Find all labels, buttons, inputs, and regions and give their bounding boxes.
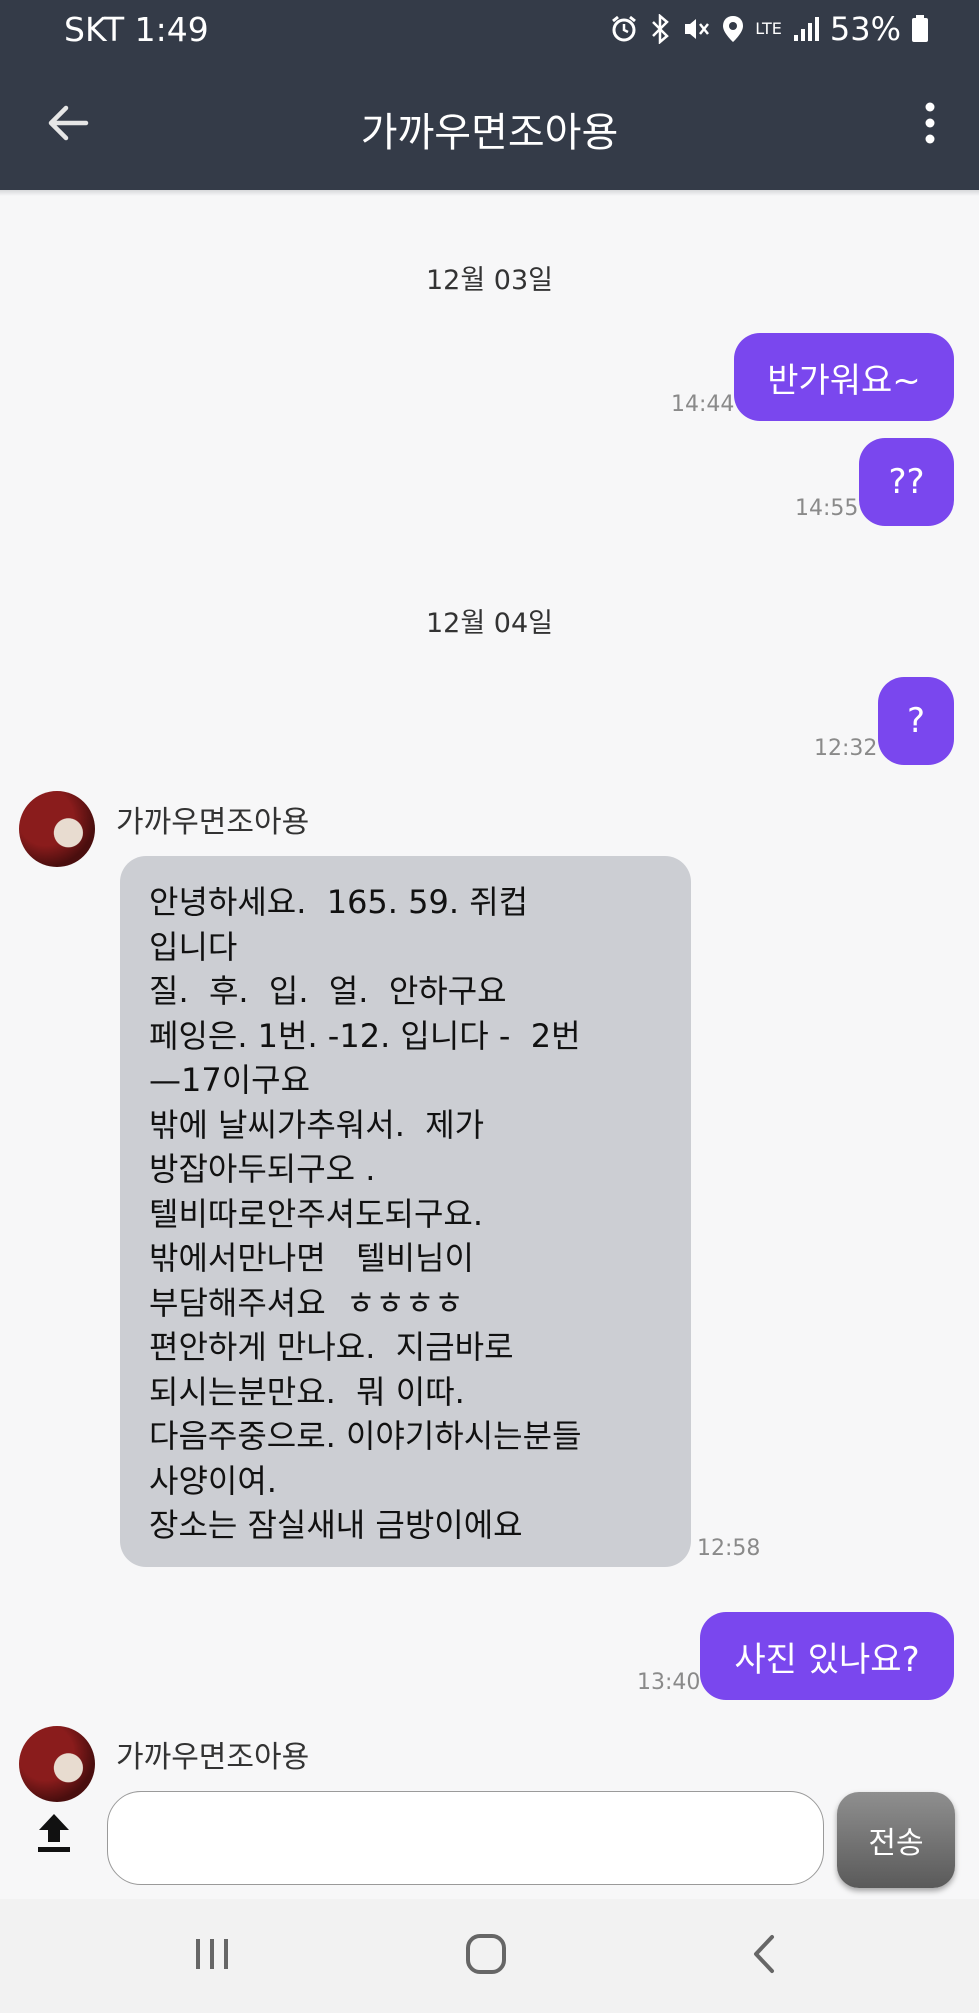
home-icon bbox=[462, 1934, 512, 1983]
outgoing-message[interactable]: 반가워요~ bbox=[734, 333, 954, 421]
message-line: 질. 후. 입. 얼. 안하구요 bbox=[149, 972, 507, 1010]
status-bar: SKT 1:49 LTE 53% bbox=[0, 0, 979, 60]
message-line: 텔비따로안주셔도되구요. bbox=[149, 1194, 484, 1233]
more-vertical-icon bbox=[924, 101, 936, 149]
back-icon bbox=[744, 1935, 784, 1983]
message-line: 입니다 bbox=[149, 927, 238, 966]
status-icons: LTE 53% bbox=[609, 10, 929, 48]
message-line: 편안하게 만나요. 지금바로 bbox=[149, 1328, 514, 1366]
avatar[interactable] bbox=[19, 791, 95, 867]
system-nav-bar bbox=[0, 1899, 979, 2013]
bluetooth-icon bbox=[649, 14, 671, 44]
message-line: 밖에서만나면 텔비님이 bbox=[149, 1239, 474, 1277]
battery-icon bbox=[911, 14, 929, 44]
message-line: —17이구요 bbox=[149, 1061, 311, 1099]
more-options-button[interactable] bbox=[905, 95, 955, 155]
message-time: 12:32 bbox=[814, 736, 878, 761]
message-line: 장소는 잠실새내 금방이에요 bbox=[149, 1506, 523, 1544]
send-button[interactable]: 전송 bbox=[837, 1792, 955, 1888]
message-line: 부담해주셔요 ㅎㅎㅎㅎ bbox=[149, 1283, 464, 1322]
date-separator: 12월 04일 bbox=[426, 608, 553, 639]
app-bar-shadow bbox=[0, 190, 979, 196]
recent-apps-button[interactable] bbox=[190, 1929, 234, 1983]
incoming-message[interactable]: 안녕하세요. 165. 59. 쥐컵 입니다 질. 후. 입. 얼. 안하구요 … bbox=[120, 856, 691, 1567]
nav-back-button[interactable] bbox=[744, 1929, 784, 1983]
alarm-icon bbox=[609, 14, 639, 44]
message-line: 페잉은. 1번. -12. 입니다 - 2번 bbox=[149, 1016, 581, 1055]
network-label: LTE bbox=[755, 19, 782, 38]
message-line: 다음주중으로. 이야기하시는분들 bbox=[149, 1417, 582, 1455]
message-line: 안녕하세요. 165. 59. 쥐컵 bbox=[149, 883, 529, 921]
chat-title: 가까우면조아용 bbox=[360, 110, 619, 156]
outgoing-message[interactable]: 사진 있나요? bbox=[700, 1612, 954, 1700]
upload-button[interactable] bbox=[34, 1810, 82, 1866]
upload-icon bbox=[34, 1814, 74, 1860]
carrier-time: SKT 1:49 bbox=[64, 10, 209, 49]
signal-icon bbox=[792, 15, 820, 43]
date-separator: 12월 03일 bbox=[426, 265, 553, 296]
home-button[interactable] bbox=[462, 1929, 512, 1983]
message-line: 되시는분만요. 뭐 이따. bbox=[149, 1372, 465, 1411]
message-line: 사양이여. bbox=[149, 1461, 277, 1500]
battery-percent: 53% bbox=[829, 10, 901, 48]
recent-apps-icon bbox=[190, 1939, 234, 1983]
avatar[interactable] bbox=[19, 1726, 95, 1802]
message-time: 14:55 bbox=[795, 496, 859, 521]
message-time: 12:58 bbox=[697, 1536, 761, 1561]
outgoing-message[interactable]: ?? bbox=[859, 438, 954, 526]
sender-name: 가까우면조아용 bbox=[116, 1740, 310, 1775]
message-line: 방잡아두되구오 . bbox=[149, 1150, 376, 1188]
message-line: 밖에 날씨가추워서. 제가 bbox=[149, 1105, 485, 1144]
sender-name: 가까우면조아용 bbox=[116, 805, 310, 840]
app-bar: 가까우면조아용 bbox=[0, 60, 979, 190]
outgoing-message[interactable]: ? bbox=[878, 677, 954, 765]
message-input[interactable] bbox=[107, 1791, 824, 1885]
vibrate-mute-icon bbox=[681, 14, 711, 44]
location-icon bbox=[721, 14, 745, 44]
message-time: 14:44 bbox=[671, 392, 735, 417]
message-time: 13:40 bbox=[637, 1670, 701, 1695]
